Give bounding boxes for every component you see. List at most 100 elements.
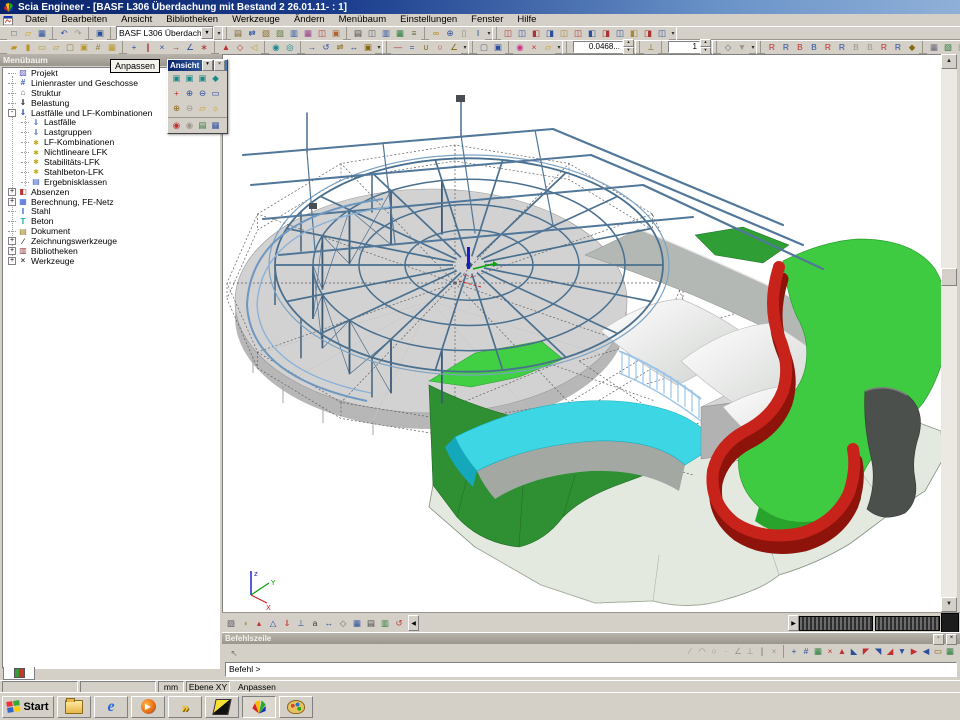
volumen-darstellung-button[interactable]: ▧	[224, 617, 238, 630]
suchen-fern-button[interactable]: ◉	[269, 41, 283, 54]
ergebnis-knoten-button[interactable]: R	[821, 41, 835, 54]
project-selector-combo[interactable]: BASF L306 Überdachung▼	[116, 26, 214, 40]
window-arrange-8-button[interactable]: ◨	[599, 27, 613, 40]
ansicht-parameter-button[interactable]: ▦	[350, 617, 364, 630]
menu-ansicht[interactable]: Ansicht	[114, 14, 159, 26]
ergebnis-stabilitaet-button[interactable]: ◆	[905, 41, 919, 54]
tree-item-werkzeuge[interactable]: +×Werkzeuge	[3, 256, 219, 266]
tree-item-zeichnungswerkzeuge[interactable]: +∕Zeichnungswerkzeuge	[3, 236, 219, 246]
palette-close-icon[interactable]: ×	[214, 60, 225, 71]
wand-button[interactable]: ▰	[7, 41, 21, 54]
bemassung-button[interactable]: ↔	[322, 617, 336, 630]
auswahl-aufheben-button[interactable]: ◁	[247, 41, 261, 54]
ansicht-palette-titlebar[interactable]: Ansicht ▾ ×	[168, 60, 227, 71]
traeger-button[interactable]: ▭	[35, 41, 49, 54]
layers-button[interactable]: ▣	[329, 27, 343, 40]
window-arrange-3-button[interactable]: ◧	[529, 27, 543, 40]
collapse-icon[interactable]: -	[8, 109, 16, 117]
auswahl-polygon-button[interactable]: ◇	[233, 41, 247, 54]
window-arrange-10-button[interactable]: ◧	[627, 27, 641, 40]
viewport-vertical-scrollbar[interactable]: ▲ ▼	[941, 54, 957, 612]
ordner-button[interactable]: ▱	[541, 41, 555, 54]
tabelle-button[interactable]: ▦	[927, 41, 941, 54]
paperspace-gallery-button[interactable]: ▨	[273, 27, 287, 40]
fang-linie-button[interactable]: ∕	[684, 645, 696, 658]
hyperlink-button[interactable]: ∞	[429, 27, 443, 40]
picture-gallery-button[interactable]: ▧	[259, 27, 273, 40]
new-button[interactable]: □	[7, 27, 21, 40]
skalieren-button[interactable]: ↔	[347, 41, 361, 54]
sichtbarkeit-button[interactable]: ◉	[513, 41, 527, 54]
command-input[interactable]: Befehl >	[225, 662, 957, 677]
zoom-auswahl-button[interactable]: ⊖	[183, 102, 196, 115]
tangenten-fang-button[interactable]: ◢	[884, 645, 896, 658]
group-dropdown-icon[interactable]: ▾	[749, 41, 757, 54]
knoten-marken-button[interactable]: ▴	[252, 617, 266, 630]
tree-item-stabilit-ts-lfk[interactable]: ∗Stabilitäts-LFK	[3, 157, 219, 167]
stab-teilen-button[interactable]: ∥	[141, 41, 155, 54]
spinner-value[interactable]: 0.0468...	[573, 41, 623, 53]
naechster-fang-button[interactable]: ▶	[908, 645, 920, 658]
auswahl-cursor-button[interactable]: ▲	[219, 41, 233, 54]
zoom-vergroessern-button[interactable]: ⊕	[183, 87, 196, 100]
drehen-button[interactable]: ↺	[319, 41, 333, 54]
units-button[interactable]: Ι	[471, 27, 485, 40]
palette-menu-icon[interactable]: ▾	[202, 60, 213, 71]
fang-winkel-button[interactable]: ∠	[732, 645, 744, 658]
fang-parallel-button[interactable]: ∥	[756, 645, 768, 658]
project-data-button[interactable]: ▤	[231, 27, 245, 40]
massstab-button[interactable]: ⊥	[644, 41, 658, 54]
zoom-fenster-button[interactable]: ▭	[209, 87, 222, 100]
achsen-axo-button[interactable]: +	[170, 87, 183, 100]
window-arrange-12-button[interactable]: ◫	[655, 27, 669, 40]
export-tabelle-button[interactable]: ▧	[941, 41, 955, 54]
bruchlinie-button[interactable]: ∠	[183, 41, 197, 54]
group-dropdown-icon[interactable]: ▾	[461, 41, 469, 54]
lastfall-anzeige-button[interactable]: R	[765, 41, 779, 54]
linie-button[interactable]: —	[391, 41, 405, 54]
platte-button[interactable]: ▱	[49, 41, 63, 54]
spinner-control[interactable]: 1▲▼	[668, 39, 711, 55]
oeffnung-button[interactable]: ▢	[63, 41, 77, 54]
kamera-aus-button[interactable]: ◉	[183, 119, 196, 132]
title-bar[interactable]: Scia Engineer - [BASF L306 Überdachung m…	[0, 0, 960, 14]
print-data-button[interactable]: ▥	[379, 27, 393, 40]
render-modus-button[interactable]: ◑	[238, 617, 252, 630]
group-dropdown-icon[interactable]: ▾	[669, 27, 677, 40]
ergebnis-flaeche-button[interactable]: B	[807, 41, 821, 54]
ergebnis-normen-button[interactable]: R	[877, 41, 891, 54]
raster-button[interactable]: ▦	[105, 41, 119, 54]
menu-bibliotheken[interactable]: Bibliotheken	[159, 14, 225, 26]
kanten-fang-button[interactable]: ◤	[860, 645, 872, 658]
menu-datei[interactable]: Datei	[18, 14, 54, 26]
kreis-button[interactable]: ○	[433, 41, 447, 54]
spinner-up-icon[interactable]: ▲	[623, 39, 634, 47]
window-arrange-6-button[interactable]: ◫	[571, 27, 585, 40]
last-symbole-button[interactable]: ⇓	[280, 617, 294, 630]
ansicht-axo-button[interactable]: ◆	[209, 72, 222, 85]
stuetze-button[interactable]: ▮	[21, 41, 35, 54]
winkel-button[interactable]: ∠	[447, 41, 461, 54]
endpunkt-fang-button[interactable]: ×	[824, 645, 836, 658]
tree-item-beton[interactable]: TBeton	[3, 216, 219, 226]
spinner-control[interactable]: 0.0468...▲▼	[573, 39, 634, 55]
menu-hilfe[interactable]: Hilfe	[510, 14, 543, 26]
group-dropdown-icon[interactable]: ▾	[485, 27, 493, 40]
menu-ndern[interactable]: Ändern	[287, 14, 332, 26]
tree-item-ergebnisklassen[interactable]: ▤Ergebnisklassen	[3, 177, 219, 187]
tree-item-berechnung-fe-netz[interactable]: +▦Berechnung, FE-Netz	[3, 197, 219, 207]
scroll-up-button[interactable]: ▲	[941, 54, 957, 69]
schnittpunkt-fang-button[interactable]: ◣	[848, 645, 860, 658]
menu-bearbeiten[interactable]: Bearbeiten	[54, 14, 114, 26]
print-preview-button[interactable]: ◫	[365, 27, 379, 40]
tree-item-lf-kombinationen[interactable]: ∗LF-Kombinationen	[3, 137, 219, 147]
window-arrange-7-button[interactable]: ◧	[585, 27, 599, 40]
tree-item-stahlbeton-lfk[interactable]: ∗Stahlbeton-LFK	[3, 167, 219, 177]
bild-drucken-button[interactable]: ▤	[364, 617, 378, 630]
masslinie-button[interactable]: =	[405, 41, 419, 54]
viewport-canvas[interactable]: z Y X	[222, 54, 941, 612]
fang-bogen-button[interactable]: ◠	[696, 645, 708, 658]
ergebnis-bewehrung-button[interactable]: R	[891, 41, 905, 54]
ergebnis-balken-button[interactable]: B	[793, 41, 807, 54]
status-units[interactable]: mm	[158, 681, 184, 693]
